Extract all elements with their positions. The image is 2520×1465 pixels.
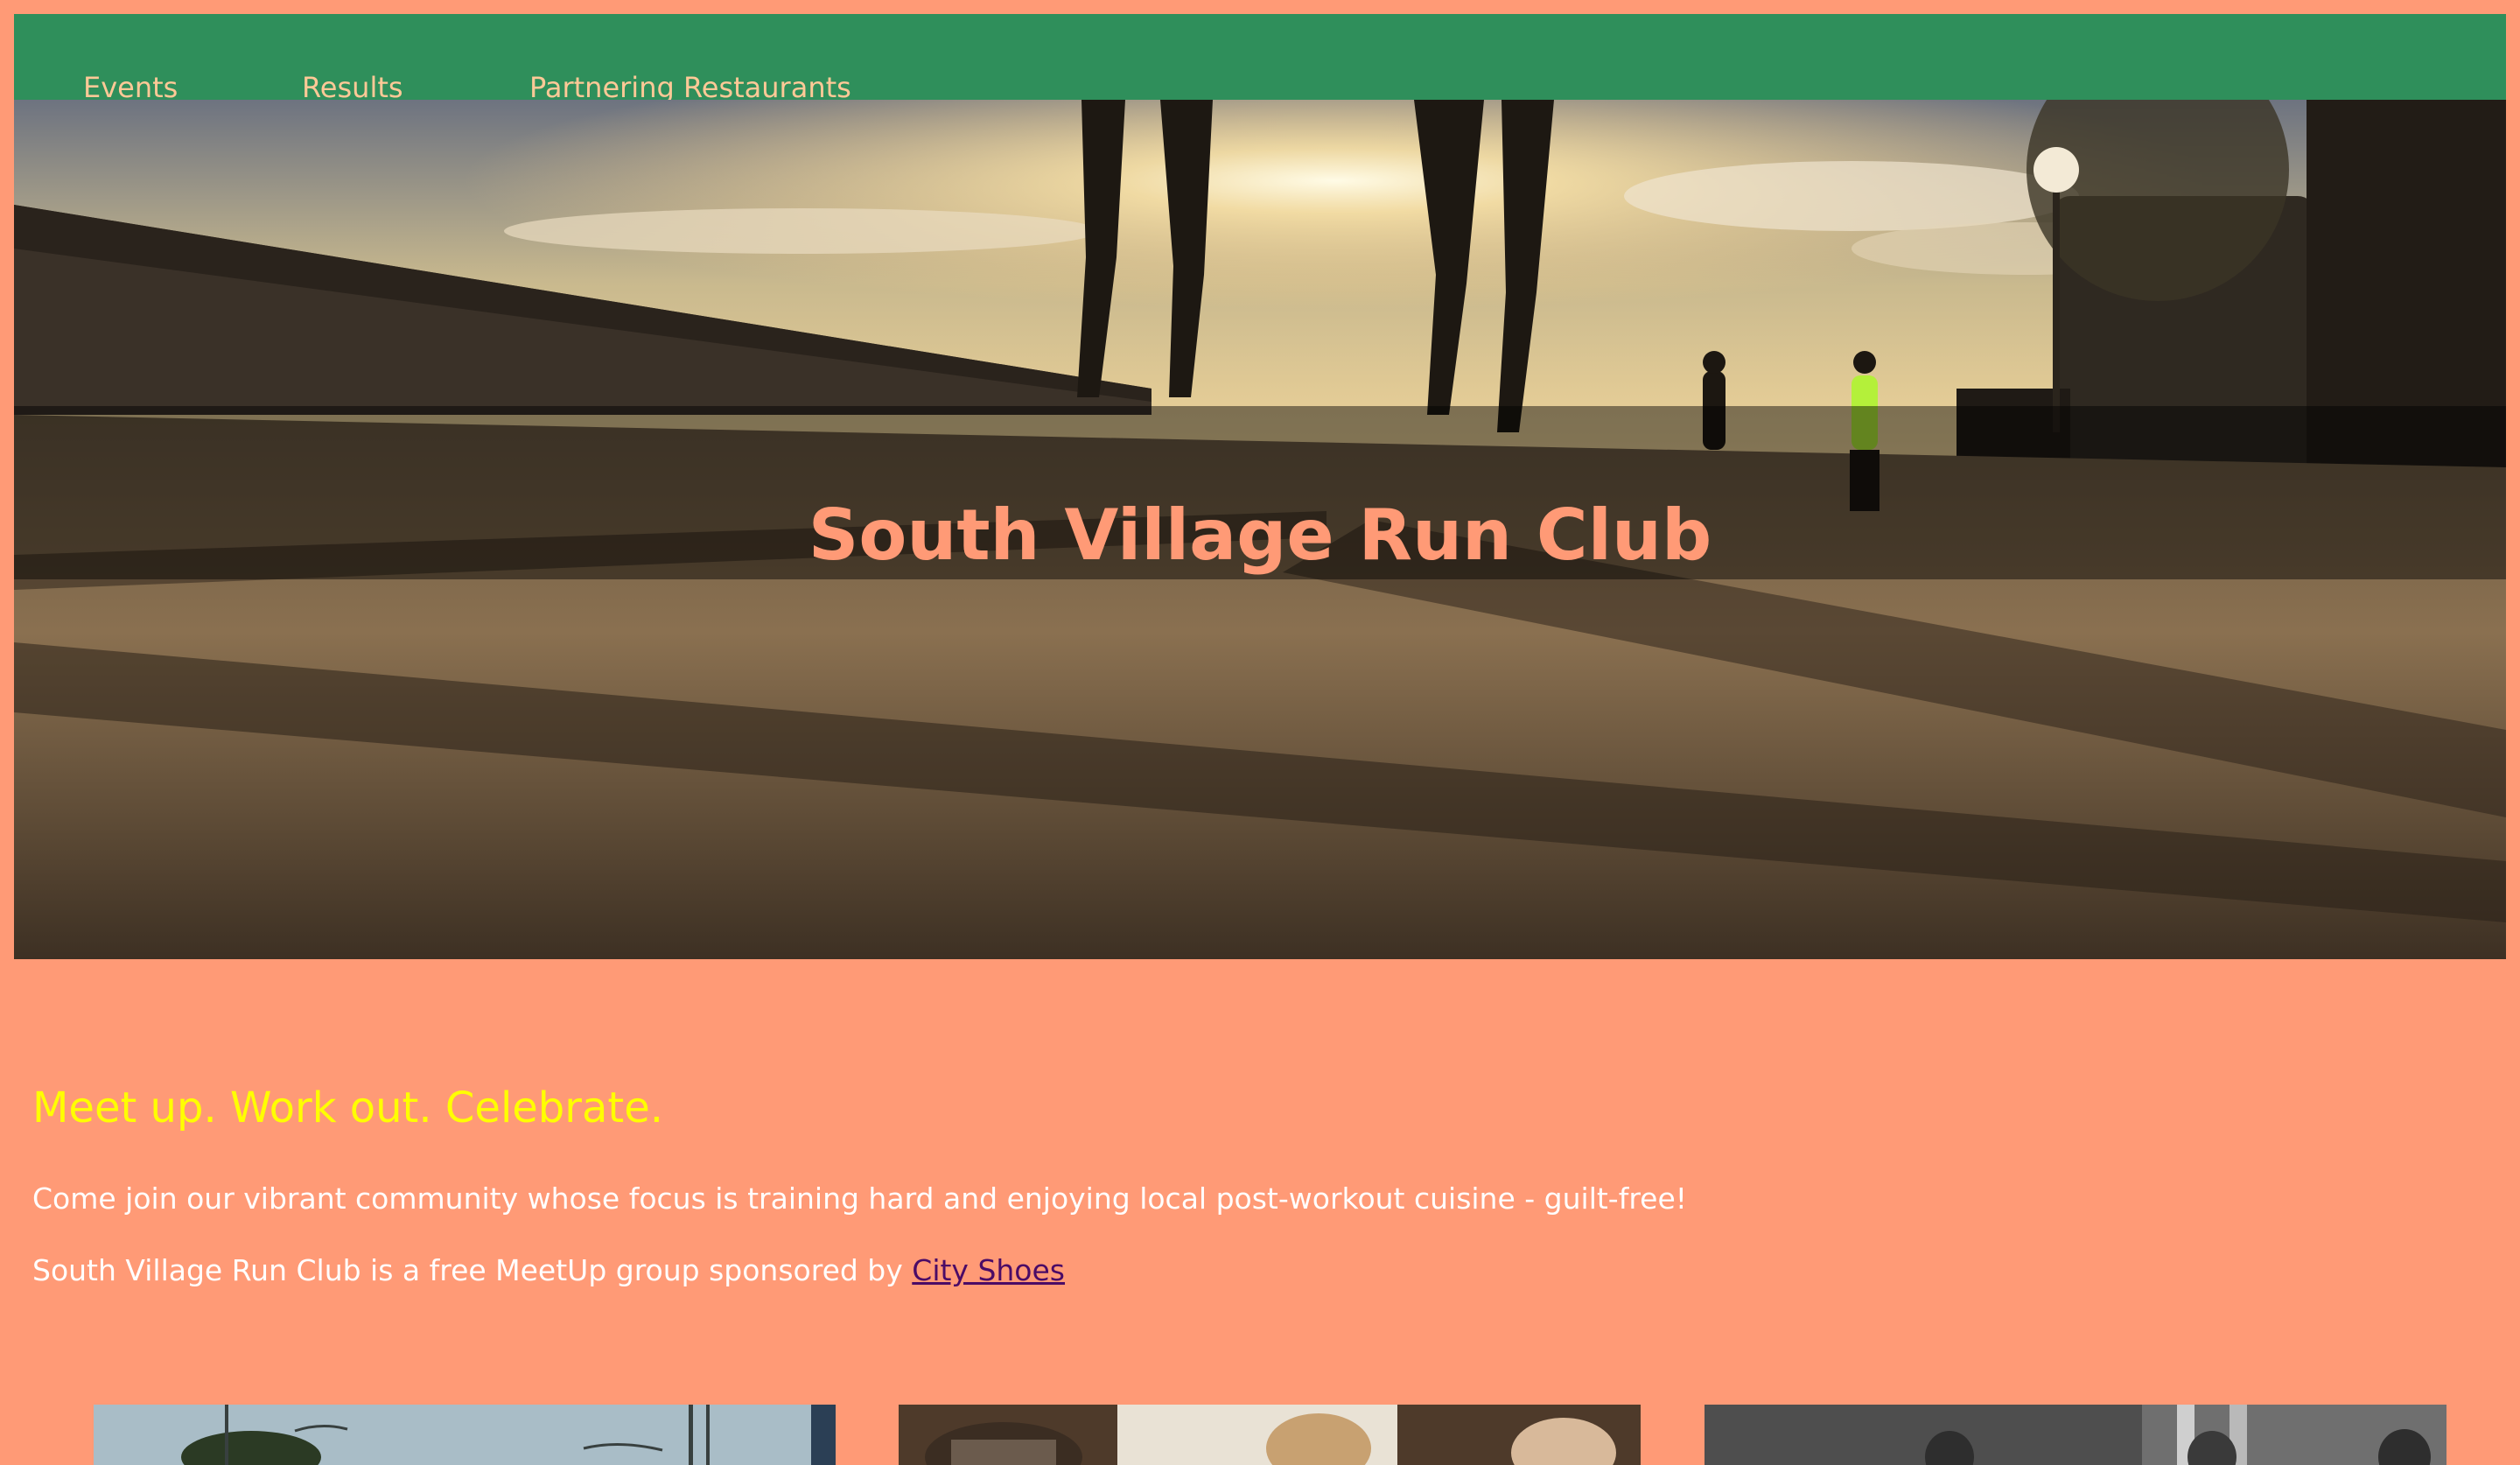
nav-link-events[interactable]: Events: [83, 74, 178, 102]
photo-card-cafe: [899, 1405, 1641, 1465]
tagline-heading: Meet up. Work out. Celebrate.: [32, 1083, 664, 1132]
group-photo: [1704, 1405, 2446, 1465]
photo-card-group: [1704, 1405, 2446, 1465]
city-shoes-link[interactable]: City Shoes: [912, 1253, 1065, 1287]
nav-link-partnering-restaurants[interactable]: Partnering Restaurants: [529, 74, 851, 102]
top-nav: Events Results Partnering Restaurants: [14, 14, 2506, 102]
sponsor-paragraph: South Village Run Club is a free MeetUp …: [32, 1253, 1065, 1288]
hero-title: South Village Run Club: [808, 494, 1712, 576]
nav-link-results[interactable]: Results: [302, 74, 403, 102]
intro-paragraph: Come join our vibrant community whose fo…: [32, 1181, 1688, 1216]
hero-banner: South Village Run Club: [14, 100, 2506, 959]
photo-card-street: [94, 1405, 836, 1465]
cafe-photo: [899, 1405, 1641, 1465]
sponsor-paragraph-text: South Village Run Club is a free MeetUp …: [32, 1253, 913, 1287]
street-photo: [94, 1405, 836, 1465]
